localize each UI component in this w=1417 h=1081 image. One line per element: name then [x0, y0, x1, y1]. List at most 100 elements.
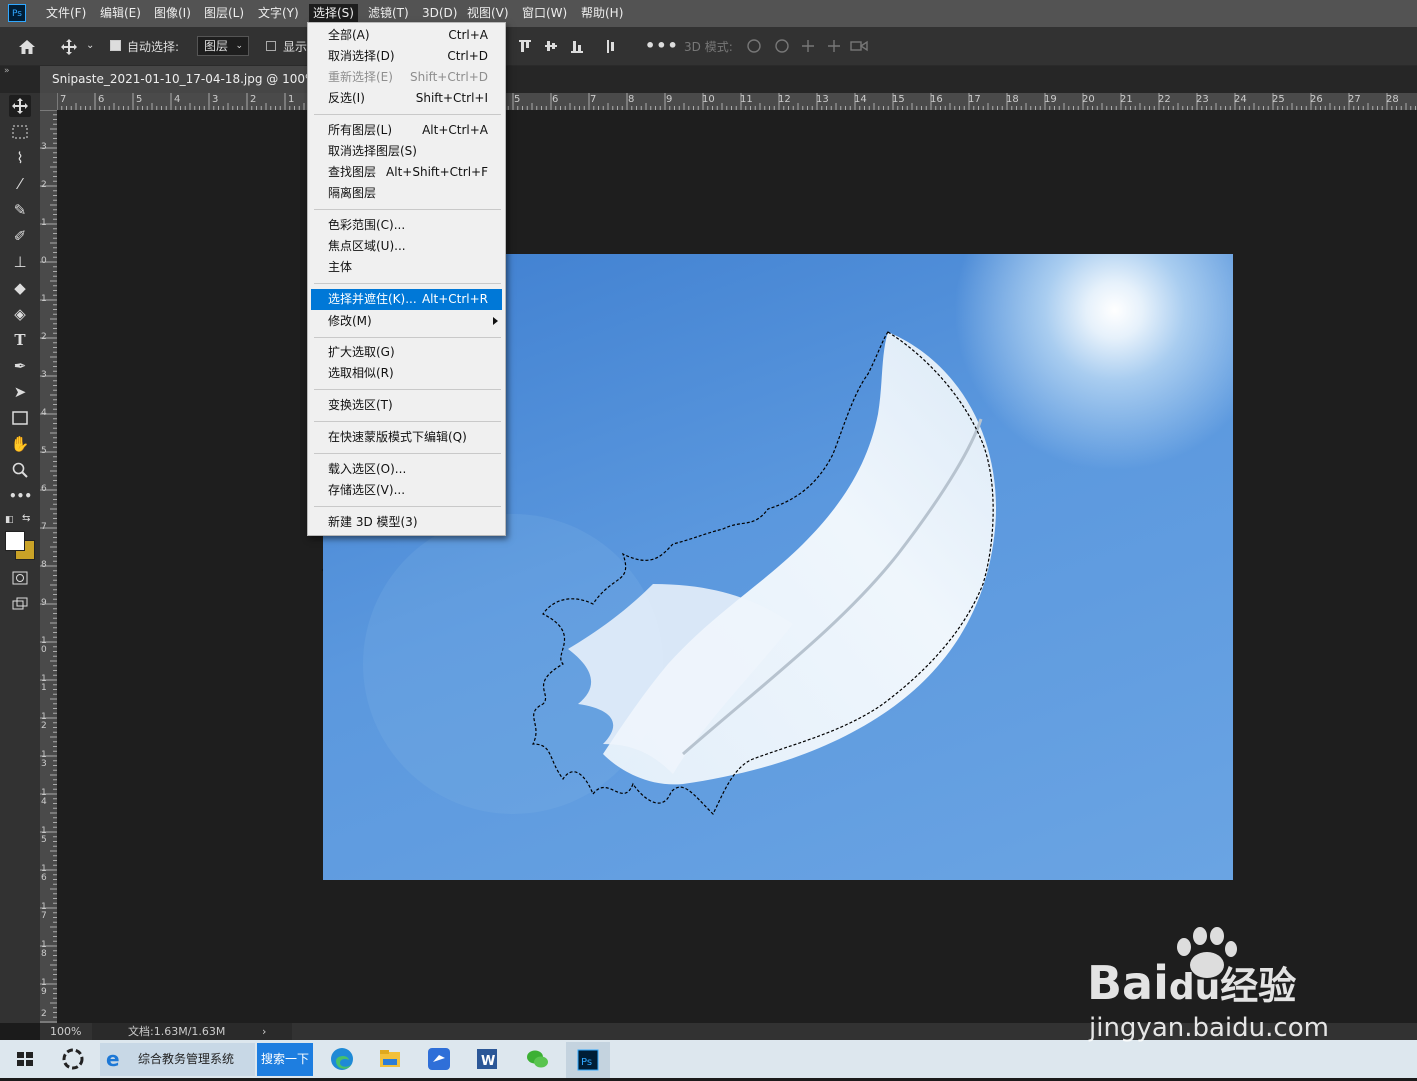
menu-item-focus-area[interactable]: 焦点区域(U)... — [309, 236, 504, 257]
menu-item-all[interactable]: 全部(A) Ctrl+A — [309, 25, 504, 46]
rectangle-tool-icon[interactable] — [9, 407, 31, 429]
more-options-icon[interactable]: ••• — [645, 36, 679, 55]
file-explorer-icon[interactable] — [373, 1042, 407, 1076]
ruler-label: 22 — [1158, 94, 1171, 105]
quick-mask-icon[interactable] — [9, 567, 31, 589]
magic-wand-icon[interactable]: ⁄ — [9, 173, 31, 195]
baidu-jingyan-watermark: Baidu经验 jingyan.baidu.com — [1085, 925, 1385, 1045]
3d-mode-icons — [745, 38, 875, 54]
menu-image[interactable]: 图像(I) — [150, 4, 195, 23]
ruler-label: 4 — [41, 408, 47, 418]
menu-item-subject[interactable]: 主体 — [309, 257, 504, 278]
menu-window[interactable]: 窗口(W) — [518, 4, 571, 23]
home-icon[interactable] — [18, 27, 36, 65]
marquee-tool-icon[interactable] — [9, 121, 31, 143]
type-tool-icon[interactable]: T — [9, 329, 31, 351]
chevron-down-icon[interactable]: ⌄ — [86, 27, 94, 65]
photoshop-taskbar-icon[interactable]: Ps — [566, 1042, 610, 1078]
stamp-icon[interactable]: ⊥ — [9, 251, 31, 273]
watermark-cn: 经验 — [1220, 964, 1297, 1008]
menu-bar: Ps 文件(F) 编辑(E) 图像(I) 图层(L) 文字(Y) 选择(S) 滤… — [0, 0, 1417, 27]
ruler-label: 7 — [590, 94, 597, 105]
move-tool-icon[interactable] — [9, 95, 31, 117]
menu-item-load-selection[interactable]: 载入选区(O)... — [309, 459, 504, 480]
menu-separator — [314, 506, 501, 507]
zoom-level[interactable]: 100% — [50, 1023, 81, 1040]
move-tool-preset-icon[interactable] — [60, 27, 78, 65]
ruler-label: 2 — [250, 94, 257, 105]
menu-item-new-3d-model[interactable]: 新建 3D 模型(3) — [309, 512, 504, 533]
menu-edit[interactable]: 编辑(E) — [96, 4, 145, 23]
menu-type[interactable]: 文字(Y) — [254, 4, 303, 23]
menu-item-save-selection[interactable]: 存储选区(V)... — [309, 480, 504, 501]
hand-tool-icon[interactable]: ✋ — [9, 433, 31, 455]
menu-item-transform-selection[interactable]: 变换选区(T) — [309, 395, 504, 416]
foreground-color-swatch[interactable] — [5, 531, 25, 551]
show-transform-checkbox[interactable] — [266, 41, 276, 51]
menu-filter[interactable]: 滤镜(T) — [364, 4, 413, 23]
ruler-label: 19 — [41, 978, 47, 997]
wechat-icon[interactable] — [520, 1042, 554, 1076]
submenu-arrow-icon — [493, 317, 498, 325]
menu-item-color-range[interactable]: 色彩范围(C)... — [309, 215, 504, 236]
menu-3d[interactable]: 3D(D) — [418, 4, 461, 23]
edit-toolbar-icon[interactable]: ••• — [9, 485, 32, 507]
menu-item-quick-mask[interactable]: 在快速蒙版模式下编辑(Q) — [309, 427, 504, 448]
brush-icon[interactable]: ✐ — [9, 225, 31, 247]
screen-mode-icon[interactable] — [9, 593, 31, 615]
lasso-tool-icon[interactable]: ⌇ — [9, 147, 31, 169]
swap-colors-icon[interactable]: ⇆ — [22, 513, 30, 524]
menu-view[interactable]: 视图(V) — [463, 4, 513, 23]
ruler-label: 8 — [628, 94, 635, 105]
menu-item-all-layers[interactable]: 所有图层(L) Alt+Ctrl+A — [309, 120, 504, 141]
ruler-label: 1 — [41, 218, 47, 228]
ruler-label: 2 — [41, 1009, 47, 1019]
path-selection-icon[interactable]: ➤ — [9, 381, 31, 403]
taskbar-ie-app[interactable]: e 综合教务管理系统 — [100, 1043, 255, 1076]
menu-item-modify[interactable]: 修改(M) — [309, 311, 504, 332]
chevron-right-icon[interactable]: › — [262, 1023, 266, 1040]
ruler-label: 6 — [552, 94, 559, 105]
paint-bucket-icon[interactable]: ◈ — [9, 303, 31, 325]
svg-text:W: W — [481, 1054, 495, 1069]
auto-select-checkbox[interactable] — [110, 40, 121, 51]
watermark-url: jingyan.baidu.com — [1089, 1013, 1329, 1043]
document-tab[interactable]: Snipaste_2021-01-10_17-04-18.jpg @ 100% … — [40, 66, 310, 93]
search-button[interactable]: 搜索一下 — [257, 1043, 313, 1076]
menu-select[interactable]: 选择(S) — [309, 4, 358, 23]
chevron-down-icon: ⌄ — [235, 41, 243, 51]
auto-select-target-dropdown[interactable]: 图层 ⌄ — [197, 36, 249, 56]
ruler-label: 15 — [41, 826, 47, 845]
ruler-label: 12 — [778, 94, 791, 105]
menu-item-isolate-layers[interactable]: 隔离图层 — [309, 183, 504, 204]
ruler-label: 7 — [60, 94, 67, 105]
menu-item-deselect[interactable]: 取消选择(D) Ctrl+D — [309, 46, 504, 67]
ruler-label: 5 — [514, 94, 521, 105]
edge-browser-icon[interactable] — [325, 1042, 359, 1076]
default-colors-icon[interactable]: ◧ — [5, 515, 14, 525]
menu-file[interactable]: 文件(F) — [42, 4, 90, 23]
feishu-app-icon[interactable] — [422, 1042, 456, 1076]
menu-item-similar[interactable]: 选取相似(R) — [309, 363, 504, 384]
ruler-label: 8 — [41, 560, 47, 570]
windows-start-icon[interactable] — [8, 1042, 42, 1076]
menu-help[interactable]: 帮助(H) — [577, 4, 627, 23]
menu-layer[interactable]: 图层(L) — [200, 4, 248, 23]
horizontal-ruler: 7 6 5 4 3 2 1 5 6 7 8 9 10 11 12 13 14 1… — [40, 93, 1417, 110]
menu-item-inverse[interactable]: 反选(I) Shift+Ctrl+I — [309, 88, 504, 109]
pen-tool-icon[interactable]: ✒ — [9, 355, 31, 377]
eraser-icon[interactable]: ◆ — [9, 277, 31, 299]
document-size: 文档:1.63M/1.63M — [128, 1025, 226, 1038]
pinwheel-app-icon[interactable] — [56, 1042, 90, 1076]
menu-item-select-and-mask[interactable]: 选择并遮住(K)... Alt+Ctrl+R — [311, 289, 502, 310]
menu-item-deselect-layers[interactable]: 取消选择图层(S) — [309, 141, 504, 162]
zoom-tool-icon[interactable] — [9, 459, 31, 481]
ruler-label: 14 — [41, 788, 47, 807]
menu-item-find-layers[interactable]: 查找图层 Alt+Shift+Ctrl+F — [309, 162, 504, 183]
eyedropper-icon[interactable]: ✎ — [9, 199, 31, 221]
collapse-panel-icon[interactable]: » — [4, 66, 10, 76]
menu-item-grow[interactable]: 扩大选取(G) — [309, 342, 504, 363]
word-icon[interactable]: W — [470, 1042, 504, 1076]
menu-separator — [314, 283, 501, 284]
ruler-label: 16 — [930, 94, 943, 105]
